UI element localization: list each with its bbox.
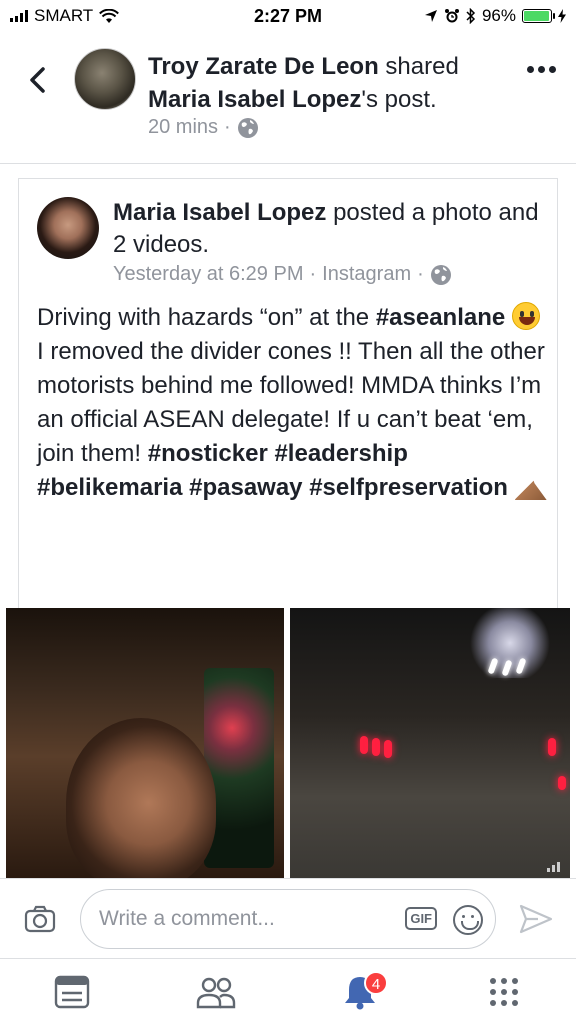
author-avatar[interactable]	[37, 197, 99, 259]
camera-icon[interactable]	[24, 905, 56, 933]
meta-separator: ·	[224, 116, 231, 138]
hashtag-link[interactable]: #leadership	[274, 440, 407, 467]
send-icon[interactable]	[518, 903, 554, 935]
chevron-left-icon	[30, 67, 45, 93]
video-indicator-icon	[547, 862, 560, 872]
hashtag-link[interactable]: #aseanlane	[376, 304, 505, 331]
author-headline: Maria Isabel Lopez posted a photo and 2 …	[113, 197, 543, 261]
grid-menu-icon	[490, 977, 518, 1006]
car-window-scene	[204, 668, 274, 868]
alarm-icon	[444, 9, 459, 23]
wifi-icon	[99, 8, 120, 23]
tab-notifications[interactable]: 4	[330, 967, 390, 1017]
sharer-avatar[interactable]	[74, 48, 136, 110]
post-timestamp[interactable]: Yesterday at 6:29 PM	[113, 263, 304, 286]
bottom-tab-bar: 4	[0, 958, 576, 1024]
smiley-emoji-icon	[511, 302, 540, 330]
post-body: Driving with hazards “on” at the #aseanl…	[37, 301, 547, 505]
meta-separator: ·	[417, 263, 424, 285]
dot-icon	[527, 66, 534, 73]
author-name-link[interactable]: Maria Isabel Lopez	[113, 199, 326, 226]
post-meta: Yesterday at 6:29 PM · Instagram ·	[113, 263, 452, 286]
original-author-link[interactable]: Maria Isabel Lopez	[148, 86, 361, 113]
media-grid	[0, 608, 576, 878]
friends-icon	[196, 977, 236, 1008]
dot-icon	[549, 66, 556, 73]
comment-placeholder: Write a comment...	[99, 907, 275, 930]
hashtag-link[interactable]: #belikemaria	[37, 474, 182, 501]
globe-icon	[430, 264, 451, 285]
share-time[interactable]: 20 mins	[148, 116, 218, 139]
battery-icon	[522, 9, 555, 23]
post-header: Troy Zarate De Leon shared Maria Isabel …	[0, 32, 576, 164]
video-thumbnail[interactable]	[290, 608, 570, 878]
carrier-label: SMART	[34, 6, 94, 25]
back-button[interactable]	[22, 60, 52, 100]
post-suffix: 's post.	[361, 86, 437, 113]
charging-icon	[558, 9, 566, 23]
status-bar: SMART 2:27 PM 96%	[0, 0, 576, 32]
status-left: SMART	[10, 6, 120, 26]
notification-badge: 4	[364, 970, 388, 995]
signal-icon	[10, 10, 28, 22]
comment-composer: Write a comment... GIF	[0, 878, 576, 958]
tab-friends[interactable]	[186, 967, 246, 1017]
praying-hands-emoji-icon	[514, 472, 547, 500]
tab-news-feed[interactable]	[42, 967, 102, 1017]
location-icon	[424, 10, 437, 22]
hashtag-link[interactable]: #nosticker	[148, 440, 268, 467]
tab-menu[interactable]	[474, 967, 534, 1017]
share-headline: Troy Zarate De Leon shared Maria Isabel …	[148, 50, 508, 116]
more-options-button[interactable]	[527, 66, 556, 73]
post-source[interactable]: Instagram	[322, 263, 411, 286]
hashtag-link[interactable]: #pasaway	[189, 474, 302, 501]
battery-percent: 96%	[481, 6, 516, 25]
shared-text: shared	[378, 53, 459, 80]
bluetooth-icon	[466, 8, 476, 24]
post-text-part: Driving with hazards “on” at the	[37, 304, 376, 331]
meta-separator: ·	[309, 263, 317, 285]
dot-icon	[538, 66, 545, 73]
globe-icon	[237, 117, 258, 138]
selfie-face	[66, 718, 216, 878]
shared-post-card[interactable]: Maria Isabel Lopez posted a photo and 2 …	[18, 178, 558, 608]
sharer-name-link[interactable]: Troy Zarate De Leon	[148, 53, 379, 80]
newsfeed-icon	[54, 975, 90, 1008]
share-meta: 20 mins ·	[148, 116, 259, 139]
gif-button[interactable]: GIF	[405, 907, 437, 930]
status-right: 96%	[424, 6, 566, 26]
photo-thumbnail[interactable]	[6, 608, 284, 878]
emoji-picker-icon[interactable]	[453, 905, 483, 935]
comment-input[interactable]: Write a comment... GIF	[80, 889, 496, 949]
hashtag-link[interactable]: #selfpreservation	[309, 474, 508, 501]
